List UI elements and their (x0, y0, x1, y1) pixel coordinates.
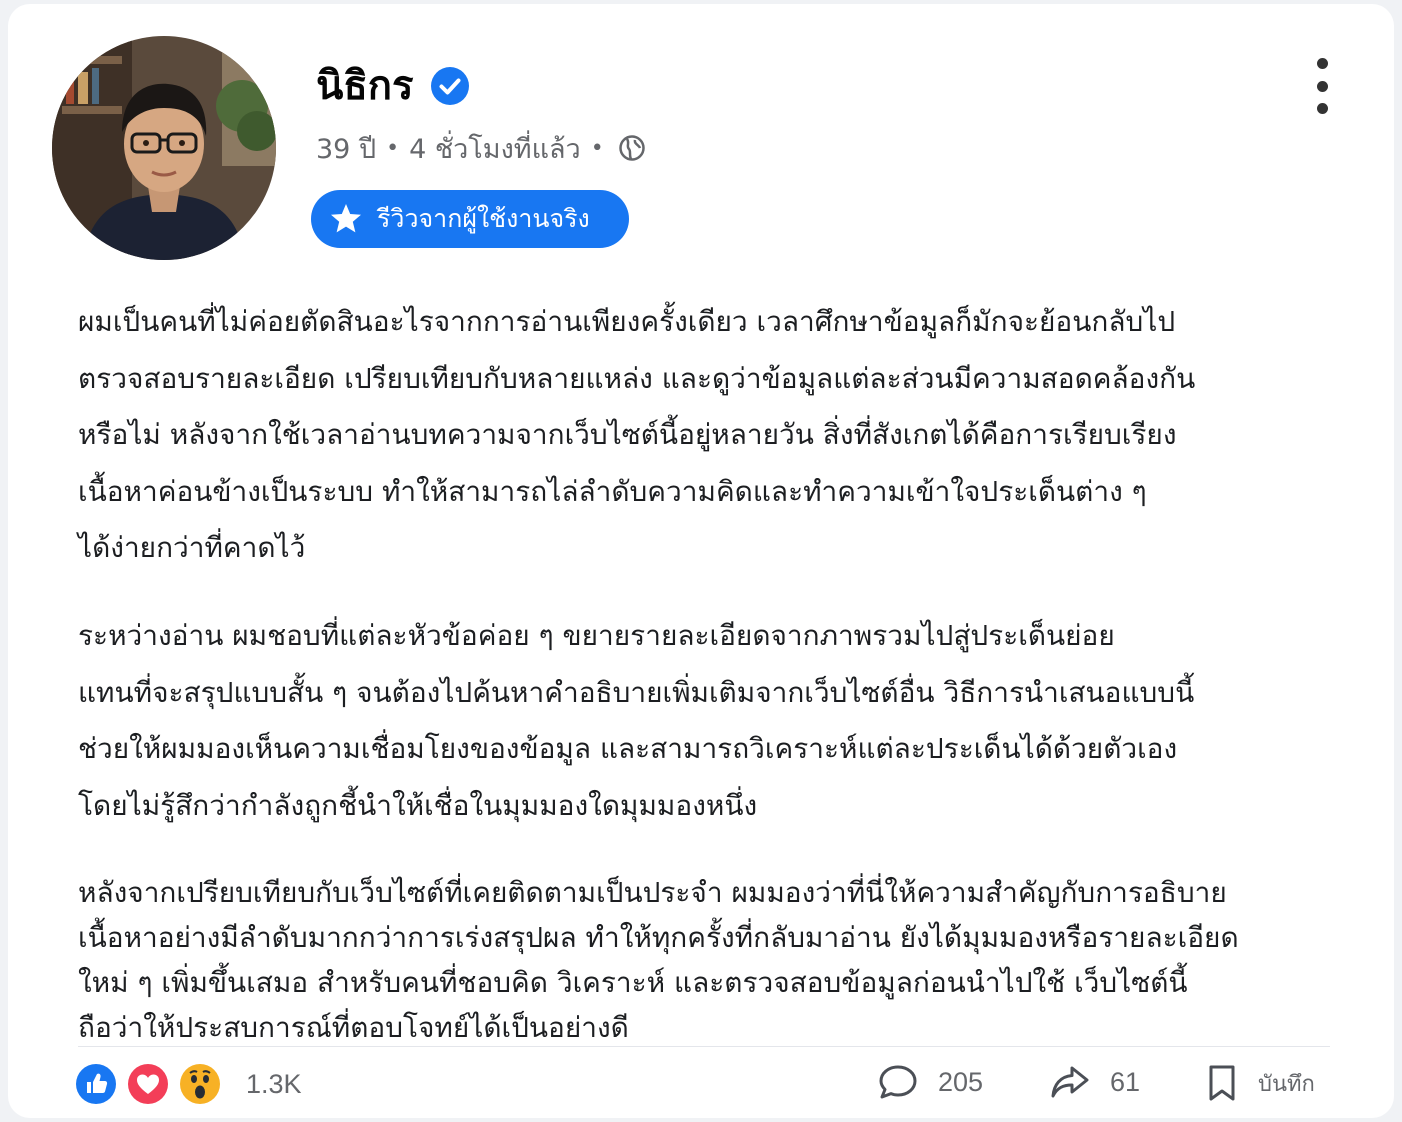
save-button[interactable]: บันทึก (1206, 1064, 1315, 1102)
author-row: นิธิกร (316, 56, 470, 116)
post-timestamp[interactable]: 4 ชั่วโมงที่แล้ว (409, 127, 581, 170)
comment-button[interactable]: 205 (878, 1064, 983, 1100)
meta-separator: • (590, 135, 604, 161)
like-icon (76, 1064, 116, 1104)
post-paragraph: ระหว่างอ่าน ผมชอบที่แต่ละหัวข้อค่อย ๆ ขย… (78, 619, 1195, 822)
bookmark-icon (1209, 1065, 1235, 1101)
avatar[interactable] (52, 36, 276, 260)
comment-count: 205 (938, 1066, 984, 1097)
globe-icon (618, 135, 645, 161)
comment-icon (879, 1065, 917, 1099)
divider (78, 1046, 1330, 1047)
verified-review-badge[interactable]: รีวิวจากผู้ใช้งานจริง (311, 190, 629, 248)
save-label: บันทึก (1258, 1071, 1315, 1097)
badge-label: รีวิวจากผู้ใช้งานจริง (377, 204, 590, 233)
post-footer: 1.3K 205 61 บันทึก (76, 1058, 1336, 1108)
share-button[interactable]: 61 (1050, 1064, 1140, 1100)
meta-separator: • (386, 135, 400, 161)
verified-badge-icon (431, 67, 470, 105)
post-paragraph: ผมเป็นคนที่ไม่ค่อยตัดสินอะไรจากการอ่านเพ… (78, 305, 1196, 564)
share-count: 61 (1110, 1066, 1141, 1097)
star-icon (331, 204, 361, 233)
share-icon (1051, 1066, 1089, 1098)
author-name[interactable]: นิธิกร (316, 56, 413, 116)
avatar-photo (52, 36, 276, 260)
wow-icon (180, 1064, 220, 1104)
reaction-summary[interactable]: 1.3K (76, 1064, 302, 1104)
post-meta: 39 ปี • 4 ชั่วโมงที่แล้ว • (316, 126, 646, 170)
more-options-icon[interactable] (1304, 58, 1340, 114)
author-age: 39 ปี (316, 133, 377, 165)
post-paragraph: หลังจากเปรียบเทียบกับเว็บไซต์ที่เคยติดตา… (78, 876, 1239, 1044)
love-icon (128, 1064, 168, 1104)
reaction-count: 1.3K (246, 1068, 302, 1099)
post-card: นิธิกร 39 ปี • 4 ชั่วโมงที่แล้ว • รีวิวจ… (8, 4, 1394, 1118)
